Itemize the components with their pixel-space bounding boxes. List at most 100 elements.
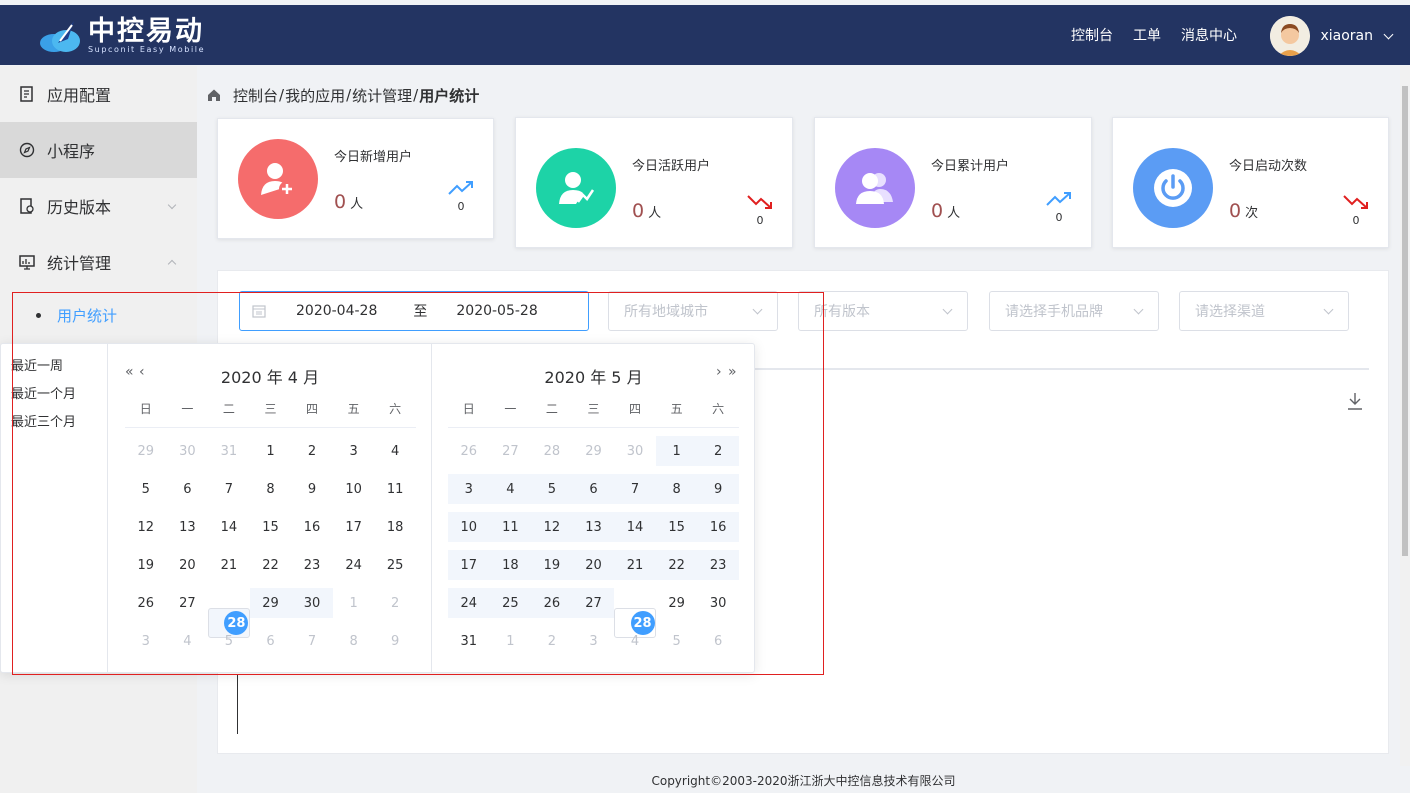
logo[interactable]: 中控易动 Supconit Easy Mobile bbox=[38, 13, 205, 57]
user-menu[interactable]: xiaoran bbox=[1270, 16, 1394, 56]
day-cell[interactable]: 23 bbox=[291, 550, 333, 580]
day-cell[interactable]: 15 bbox=[655, 512, 698, 542]
day-cell[interactable]: 6 bbox=[697, 626, 739, 656]
next-year-icon[interactable]: » bbox=[728, 364, 737, 380]
day-cell[interactable]: 2 bbox=[697, 436, 739, 466]
breadcrumb-statistics[interactable]: 统计管理 bbox=[352, 85, 412, 106]
day-cell[interactable]: 29 bbox=[249, 588, 292, 618]
day-cell[interactable]: 26 bbox=[448, 436, 490, 466]
nav-messages[interactable]: 消息中心 bbox=[1181, 25, 1237, 45]
day-cell[interactable]: 31 bbox=[208, 436, 250, 466]
day-cell[interactable]: 30 bbox=[291, 588, 333, 618]
sidebar-item-statistics[interactable]: 统计管理 bbox=[0, 234, 197, 290]
day-cell[interactable]: 30 bbox=[167, 436, 209, 466]
day-cell[interactable]: 12 bbox=[531, 512, 573, 542]
day-cell[interactable]: 8 bbox=[250, 474, 292, 504]
end-date-input[interactable]: 2020-05-28 bbox=[456, 303, 537, 319]
day-cell[interactable]: 18 bbox=[374, 512, 416, 542]
day-cell[interactable]: 14 bbox=[614, 512, 656, 542]
day-cell[interactable]: 11 bbox=[489, 512, 532, 542]
day-cell[interactable]: 24 bbox=[333, 550, 375, 580]
day-cell[interactable]: 25 bbox=[374, 550, 416, 580]
day-cell[interactable]: 4 bbox=[489, 474, 532, 504]
start-date-input[interactable]: 2020-04-28 bbox=[296, 303, 377, 319]
day-cell[interactable]: 19 bbox=[531, 550, 573, 580]
day-cell[interactable]: 5 bbox=[656, 626, 698, 656]
day-cell[interactable]: 9 bbox=[291, 474, 333, 504]
day-cell[interactable]: 16 bbox=[291, 512, 333, 542]
day-cell[interactable]: 2 bbox=[531, 626, 573, 656]
breadcrumb-my-apps[interactable]: 我的应用 bbox=[285, 85, 345, 106]
day-cell[interactable]: 9 bbox=[697, 474, 739, 504]
day-cell[interactable]: 16 bbox=[697, 512, 739, 542]
day-cell[interactable]: 3 bbox=[573, 626, 615, 656]
day-cell[interactable]: 1 bbox=[490, 626, 532, 656]
day-cell[interactable]: 4 bbox=[614, 626, 656, 656]
day-cell[interactable]: 13 bbox=[167, 512, 209, 542]
day-cell[interactable]: 20 bbox=[572, 550, 615, 580]
day-cell[interactable]: 1 bbox=[655, 436, 698, 466]
day-cell[interactable]: 5 bbox=[531, 474, 573, 504]
day-cell[interactable]: 28 bbox=[531, 436, 573, 466]
day-cell[interactable]: 24 bbox=[448, 588, 490, 618]
day-cell[interactable]: 5 bbox=[125, 474, 167, 504]
day-cell[interactable]: 21 bbox=[614, 550, 656, 580]
day-cell[interactable]: 11 bbox=[374, 474, 416, 504]
day-cell[interactable]: 27 bbox=[572, 588, 615, 618]
scrollbar[interactable] bbox=[1400, 66, 1410, 766]
shortcut-last-3-months[interactable]: 最近三个月 bbox=[11, 411, 76, 430]
day-cell[interactable]: 20 bbox=[167, 550, 209, 580]
brand-select[interactable]: 请选择手机品牌 bbox=[989, 291, 1159, 331]
shortcut-last-month[interactable]: 最近一个月 bbox=[11, 383, 76, 402]
day-cell[interactable]: 18 bbox=[489, 550, 532, 580]
day-cell[interactable]: 13 bbox=[572, 512, 615, 542]
day-cell[interactable]: 15 bbox=[250, 512, 292, 542]
day-cell[interactable]: 1 bbox=[333, 588, 375, 618]
next-month-icon[interactable]: › bbox=[716, 364, 722, 380]
day-cell[interactable]: 7 bbox=[208, 474, 250, 504]
day-cell[interactable]: 26 bbox=[125, 588, 167, 618]
day-cell[interactable]: 12 bbox=[125, 512, 167, 542]
day-cell[interactable]: 30 bbox=[614, 436, 656, 466]
day-cell[interactable]: 3 bbox=[448, 474, 490, 504]
day-cell[interactable]: 14 bbox=[208, 512, 250, 542]
channel-select[interactable]: 请选择渠道 bbox=[1179, 291, 1349, 331]
day-cell[interactable]: 25 bbox=[489, 588, 532, 618]
day-cell[interactable]: 9 bbox=[374, 626, 416, 656]
day-cell[interactable]: 22 bbox=[250, 550, 292, 580]
day-cell[interactable]: 8 bbox=[655, 474, 698, 504]
day-cell[interactable]: 31 bbox=[448, 626, 490, 656]
day-cell[interactable]: 7 bbox=[291, 626, 333, 656]
day-cell[interactable]: 3 bbox=[333, 436, 375, 466]
day-cell[interactable]: 29 bbox=[656, 588, 698, 618]
day-cell[interactable]: 3 bbox=[125, 626, 167, 656]
day-cell[interactable]: 29 bbox=[125, 436, 167, 466]
sidebar-item-app-config[interactable]: 应用配置 bbox=[0, 66, 197, 122]
day-cell[interactable]: 26 bbox=[531, 588, 573, 618]
day-cell[interactable]: 6 bbox=[250, 626, 292, 656]
day-cell[interactable]: 4 bbox=[167, 626, 209, 656]
day-cell[interactable]: 6 bbox=[572, 474, 615, 504]
download-icon[interactable] bbox=[1346, 391, 1364, 411]
day-cell[interactable]: 17 bbox=[333, 512, 375, 542]
sidebar-item-history[interactable]: 历史版本 bbox=[0, 178, 197, 234]
day-cell[interactable]: 8 bbox=[333, 626, 375, 656]
day-cell[interactable]: 27 bbox=[490, 436, 532, 466]
day-cell[interactable]: 4 bbox=[374, 436, 416, 466]
breadcrumb-console[interactable]: 控制台 bbox=[233, 85, 278, 106]
day-cell[interactable]: 29 bbox=[573, 436, 615, 466]
day-cell[interactable]: 21 bbox=[208, 550, 250, 580]
nav-tickets[interactable]: 工单 bbox=[1133, 25, 1161, 45]
day-cell[interactable]: 6 bbox=[167, 474, 209, 504]
nav-console[interactable]: 控制台 bbox=[1071, 25, 1113, 45]
version-select[interactable]: 所有版本 bbox=[798, 291, 968, 331]
day-cell[interactable]: 5 bbox=[208, 626, 250, 656]
day-cell[interactable]: 22 bbox=[655, 550, 698, 580]
home-icon[interactable] bbox=[207, 88, 221, 102]
day-cell[interactable]: 17 bbox=[448, 550, 490, 580]
day-cell[interactable]: 30 bbox=[697, 588, 739, 618]
day-cell[interactable]: 23 bbox=[697, 550, 739, 580]
day-cell[interactable]: 2 bbox=[291, 436, 333, 466]
day-cell[interactable]: 27 bbox=[167, 588, 209, 618]
region-select[interactable]: 所有地域城市 bbox=[608, 291, 778, 331]
